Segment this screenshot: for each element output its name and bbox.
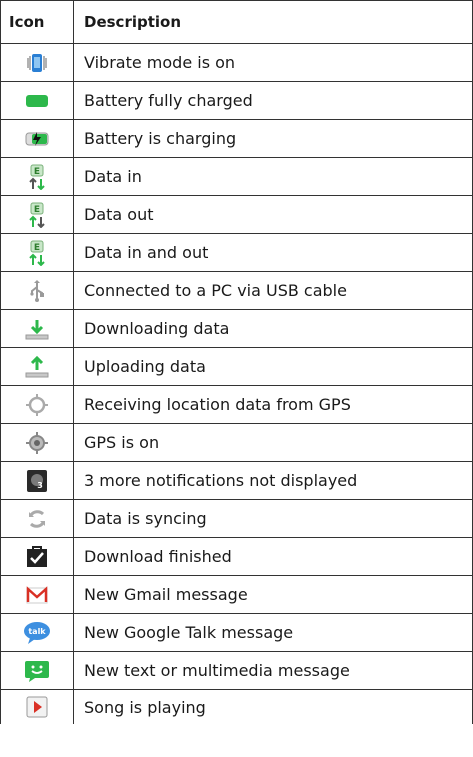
talk-badge-text: talk — [28, 627, 46, 636]
more-notifications-icon: 3 — [26, 469, 48, 493]
data-in-out-icon: E — [26, 240, 48, 266]
row-description: GPS is on — [74, 424, 473, 461]
row-description: Download finished — [74, 538, 473, 575]
gps-receiving-icon — [25, 393, 49, 417]
row-description: Data in and out — [74, 234, 473, 271]
table-row: Battery is charging — [0, 120, 473, 158]
row-description: Battery is charging — [74, 120, 473, 157]
row-description: New text or multimedia message — [74, 652, 473, 689]
header-description: Description — [74, 1, 473, 43]
battery-full-icon — [24, 93, 50, 109]
svg-text:E: E — [34, 205, 40, 215]
data-out-icon: E — [26, 202, 48, 228]
usb-icon — [27, 279, 47, 303]
data-in-icon: E — [26, 164, 48, 190]
row-description: Vibrate mode is on — [74, 44, 473, 81]
row-description: Battery fully charged — [74, 82, 473, 119]
table-row: New Gmail message — [0, 576, 473, 614]
download-finished-icon — [26, 545, 48, 568]
gps-on-icon — [25, 431, 49, 455]
battery-charging-icon — [24, 130, 50, 148]
table-row: Downloading data — [0, 310, 473, 348]
icon-table: Icon Description Vibrate mode is on Batt… — [0, 0, 473, 724]
row-description: New Google Talk message — [74, 614, 473, 651]
table-row: Download finished — [0, 538, 473, 576]
download-icon — [24, 317, 50, 341]
table-row: E Data out — [0, 196, 473, 234]
row-description: Downloading data — [74, 310, 473, 347]
row-description: New Gmail message — [74, 576, 473, 613]
vibrate-icon — [25, 52, 49, 74]
upload-icon — [24, 355, 50, 379]
row-description: Data is syncing — [74, 500, 473, 537]
text-message-icon — [24, 659, 50, 683]
row-description: Receiving location data from GPS — [74, 386, 473, 423]
google-talk-icon: talk — [22, 620, 52, 646]
row-description: Data in — [74, 158, 473, 195]
table-row: E Data in — [0, 158, 473, 196]
table-row: E Data in and out — [0, 234, 473, 272]
row-description: Connected to a PC via USB cable — [74, 272, 473, 309]
svg-text:E: E — [34, 167, 40, 177]
table-header: Icon Description — [0, 0, 473, 44]
svg-text:E: E — [34, 243, 40, 253]
table-row: Vibrate mode is on — [0, 44, 473, 82]
table-row: Connected to a PC via USB cable — [0, 272, 473, 310]
table-row: Song is playing — [0, 690, 473, 724]
row-description: 3 more notifications not displayed — [74, 462, 473, 499]
row-description: Data out — [74, 196, 473, 233]
gmail-icon — [25, 585, 49, 605]
row-description: Uploading data — [74, 348, 473, 385]
table-row: Receiving location data from GPS — [0, 386, 473, 424]
song-playing-icon — [26, 696, 48, 718]
notification-count: 3 — [37, 481, 43, 490]
table-row: Battery fully charged — [0, 82, 473, 120]
table-row: GPS is on — [0, 424, 473, 462]
row-description: Song is playing — [74, 690, 473, 724]
table-row: Uploading data — [0, 348, 473, 386]
header-icon: Icon — [0, 1, 74, 43]
table-row: Data is syncing — [0, 500, 473, 538]
table-row: New text or multimedia message — [0, 652, 473, 690]
table-row: talk New Google Talk message — [0, 614, 473, 652]
sync-icon — [25, 507, 49, 531]
table-row: 3 3 more notifications not displayed — [0, 462, 473, 500]
